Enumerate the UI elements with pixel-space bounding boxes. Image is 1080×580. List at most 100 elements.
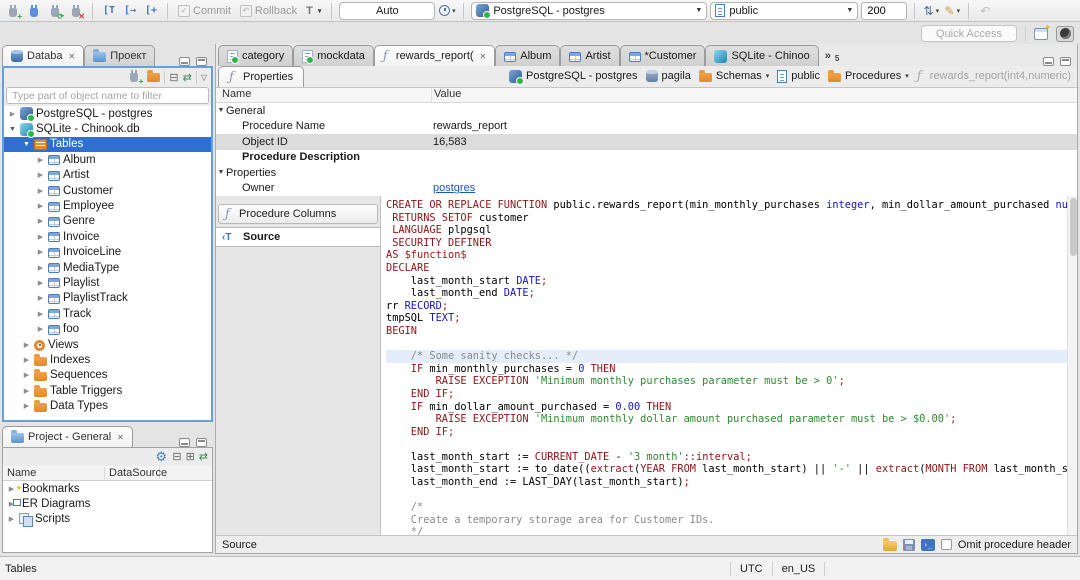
open-sql-script-icon[interactable]: [→ bbox=[121, 2, 139, 20]
collapse-all-icon[interactable]: ⊟ bbox=[172, 450, 181, 464]
tree-item-sqlite-chinook-db[interactable]: ▼ SQLite - Chinook.db bbox=[4, 121, 211, 138]
object-filter-input[interactable] bbox=[6, 87, 209, 104]
breadcrumb-item-postgresql-postgres[interactable]: PostgreSQL - postgres bbox=[509, 69, 638, 85]
close-icon[interactable]: ✕ bbox=[480, 52, 487, 61]
grid-row-procedure-description[interactable]: Procedure Description bbox=[216, 150, 1077, 166]
tree-item-foo[interactable]: ▶ foo bbox=[4, 321, 211, 336]
code-line[interactable]: Create a temporary storage area for Cust… bbox=[386, 514, 1067, 527]
tree-item-postgresql-postgres[interactable]: ▶ PostgreSQL - postgres bbox=[4, 106, 211, 123]
grid-row-general[interactable]: ▼ General bbox=[216, 103, 1077, 119]
tree-item-genre[interactable]: ▶ Genre bbox=[4, 214, 211, 229]
disclosure-collapsed-icon[interactable]: ▶ bbox=[22, 356, 31, 364]
disclosure-expanded-icon[interactable]: ▼ bbox=[8, 126, 17, 133]
grid-row-procedure-name[interactable]: Procedure Name rewards_report bbox=[216, 119, 1077, 135]
tree-item-indexes[interactable]: ▶ Indexes bbox=[4, 352, 211, 367]
disclosure-collapsed-icon[interactable]: ▶ bbox=[7, 515, 16, 523]
load-from-file-icon[interactable] bbox=[882, 537, 897, 551]
code-line[interactable]: tmpSQL TEXT; bbox=[386, 312, 1067, 325]
chevron-down-icon[interactable]: ▾ bbox=[766, 72, 770, 80]
tree-item-table-triggers[interactable]: ▶ Table Triggers bbox=[4, 383, 211, 398]
code-line[interactable]: rr RECORD; bbox=[386, 300, 1067, 313]
breadcrumb-item-public[interactable]: public bbox=[777, 69, 820, 83]
code-line[interactable] bbox=[386, 338, 1067, 351]
disclosure-collapsed-icon[interactable]: ▶ bbox=[8, 110, 17, 118]
breadcrumb-item-rewards-report-int4-numeric[interactable]: rewards_report(int4,numeric) bbox=[917, 70, 1071, 83]
view-menu-icon[interactable]: ▽ bbox=[201, 71, 207, 85]
reconnect-icon[interactable]: ⟳ bbox=[46, 2, 64, 21]
schema-select[interactable]: public ▼ bbox=[710, 1, 859, 20]
disclosure-collapsed-icon[interactable]: ▶ bbox=[22, 402, 31, 410]
disclosure-collapsed-icon[interactable]: ▶ bbox=[36, 187, 45, 195]
column-header-name[interactable]: Name bbox=[3, 467, 105, 479]
grid-row-properties[interactable]: ▼ Properties bbox=[216, 165, 1077, 181]
code-line[interactable]: CREATE OR REPLACE FUNCTION public.reward… bbox=[386, 199, 1067, 212]
grid-column-value[interactable]: Value bbox=[431, 88, 1077, 102]
breadcrumb-item-schemas[interactable]: Schemas ▾ bbox=[698, 70, 770, 82]
editor-tab-mockdata[interactable]: mockdata bbox=[293, 45, 374, 66]
subtab-source[interactable]: Source bbox=[216, 227, 380, 247]
chevron-down-icon[interactable]: ▾ bbox=[905, 72, 909, 80]
code-line[interactable]: DECLARE bbox=[386, 262, 1067, 275]
code-line[interactable]: IF min_monthly_purchases = 0 THEN bbox=[386, 363, 1067, 376]
grid-row-owner[interactable]: Owner postgres bbox=[216, 181, 1077, 197]
quick-access-input[interactable]: Quick Access bbox=[921, 25, 1017, 42]
tree-item-track[interactable]: ▶ Track bbox=[4, 306, 211, 321]
tree-item-tables[interactable]: ▼ Tables bbox=[4, 136, 211, 153]
sync-button[interactable]: ⇅ ▾ bbox=[922, 2, 940, 20]
scrollbar-thumb[interactable] bbox=[1069, 198, 1077, 256]
disclosure-collapsed-icon[interactable]: ▶ bbox=[36, 294, 45, 302]
source-editor[interactable]: ▲▼ CREATE OR REPLACE FUNCTION public.rew… bbox=[381, 196, 1067, 535]
tree-item-data-types[interactable]: ▶ Data Types bbox=[4, 398, 211, 413]
code-line[interactable]: END IF; bbox=[386, 388, 1067, 401]
disclosure-collapsed-icon[interactable]: ▶ bbox=[36, 217, 45, 225]
close-icon[interactable]: ✕ bbox=[117, 433, 124, 442]
rollback-button[interactable]: ↶ Rollback bbox=[237, 4, 300, 17]
code-line[interactable] bbox=[386, 438, 1067, 451]
tab-properties[interactable]: Properties bbox=[218, 66, 305, 87]
code-line[interactable]: last_month_start DATE; bbox=[386, 275, 1067, 288]
code-line[interactable]: AS $function$ bbox=[386, 249, 1067, 262]
editor-tab-rewards-report[interactable]: rewards_report(✕ bbox=[373, 45, 496, 66]
tab-database-navigator[interactable]: Databa ✕ bbox=[2, 45, 85, 66]
save-to-file-icon[interactable] bbox=[902, 538, 915, 551]
tree-item-artist[interactable]: ▶ Artist bbox=[4, 168, 211, 183]
disclosure-collapsed-icon[interactable]: ▶ bbox=[36, 156, 45, 164]
commit-button[interactable]: ✓ Commit bbox=[175, 4, 234, 17]
code-line[interactable]: /* bbox=[386, 501, 1067, 514]
code-line[interactable]: /* Some sanity checks... */ bbox=[386, 350, 1067, 363]
disclosure-collapsed-icon[interactable]: ▶ bbox=[36, 279, 45, 287]
disclosure-collapsed-icon[interactable]: ▶ bbox=[36, 325, 45, 333]
code-line[interactable]: RETURNS SETOF customer bbox=[386, 212, 1067, 225]
new-sql-editor-icon[interactable]: [+ bbox=[142, 2, 160, 20]
tree-item-album[interactable]: ▶ Album bbox=[4, 152, 211, 167]
editor-tab-customer[interactable]: *Customer bbox=[619, 45, 706, 66]
tree-item-customer[interactable]: ▶ Customer bbox=[4, 183, 211, 198]
tree-item-sequences[interactable]: ▶ Sequences bbox=[4, 368, 211, 383]
disclosure-collapsed-icon[interactable]: ▶ bbox=[22, 387, 31, 395]
link-with-editor-icon[interactable]: ⇄ bbox=[199, 450, 208, 464]
disclosure-collapsed-icon[interactable]: ▶ bbox=[36, 233, 45, 241]
omit-header-checkbox[interactable] bbox=[940, 539, 952, 550]
tab-projects[interactable]: Проект bbox=[84, 45, 156, 66]
breadcrumb-item-procedures[interactable]: Procedures ▾ bbox=[828, 70, 909, 82]
tree-item-bookmarks[interactable]: ▶ Bookmarks bbox=[3, 481, 212, 496]
code-line[interactable]: RAISE EXCEPTION 'Minimum monthly dollar … bbox=[386, 413, 1067, 426]
breadcrumb-item-pagila[interactable]: pagila bbox=[645, 70, 691, 82]
tree-item-scripts[interactable]: ▶ Scripts bbox=[3, 512, 212, 527]
tx-mode-select[interactable]: Auto bbox=[339, 1, 436, 20]
subtab-procedure-columns[interactable]: Procedure Columns bbox=[218, 204, 378, 224]
disclosure-collapsed-icon[interactable]: ▶ bbox=[22, 371, 31, 379]
link-with-editor-icon[interactable]: ⇄ bbox=[183, 71, 192, 85]
disconnect-icon[interactable]: ✕ bbox=[67, 2, 85, 21]
open-perspective-icon[interactable] bbox=[1034, 23, 1051, 40]
minimize-icon[interactable] bbox=[179, 438, 190, 447]
console-icon[interactable]: ›_ bbox=[920, 538, 935, 551]
code-line[interactable]: last_month_start := CURRENT_DATE - '3 mo… bbox=[386, 451, 1067, 464]
editor-tab-category[interactable]: category bbox=[218, 45, 294, 66]
tree-item-playlist[interactable]: ▶ Playlist bbox=[4, 275, 211, 290]
gear-icon[interactable] bbox=[155, 450, 168, 464]
disclosure-expanded-icon[interactable]: ▼ bbox=[22, 141, 31, 148]
disclosure-collapsed-icon[interactable]: ▶ bbox=[36, 171, 45, 179]
owner-link[interactable]: postgres bbox=[433, 182, 475, 194]
close-icon[interactable]: ✕ bbox=[68, 52, 75, 61]
